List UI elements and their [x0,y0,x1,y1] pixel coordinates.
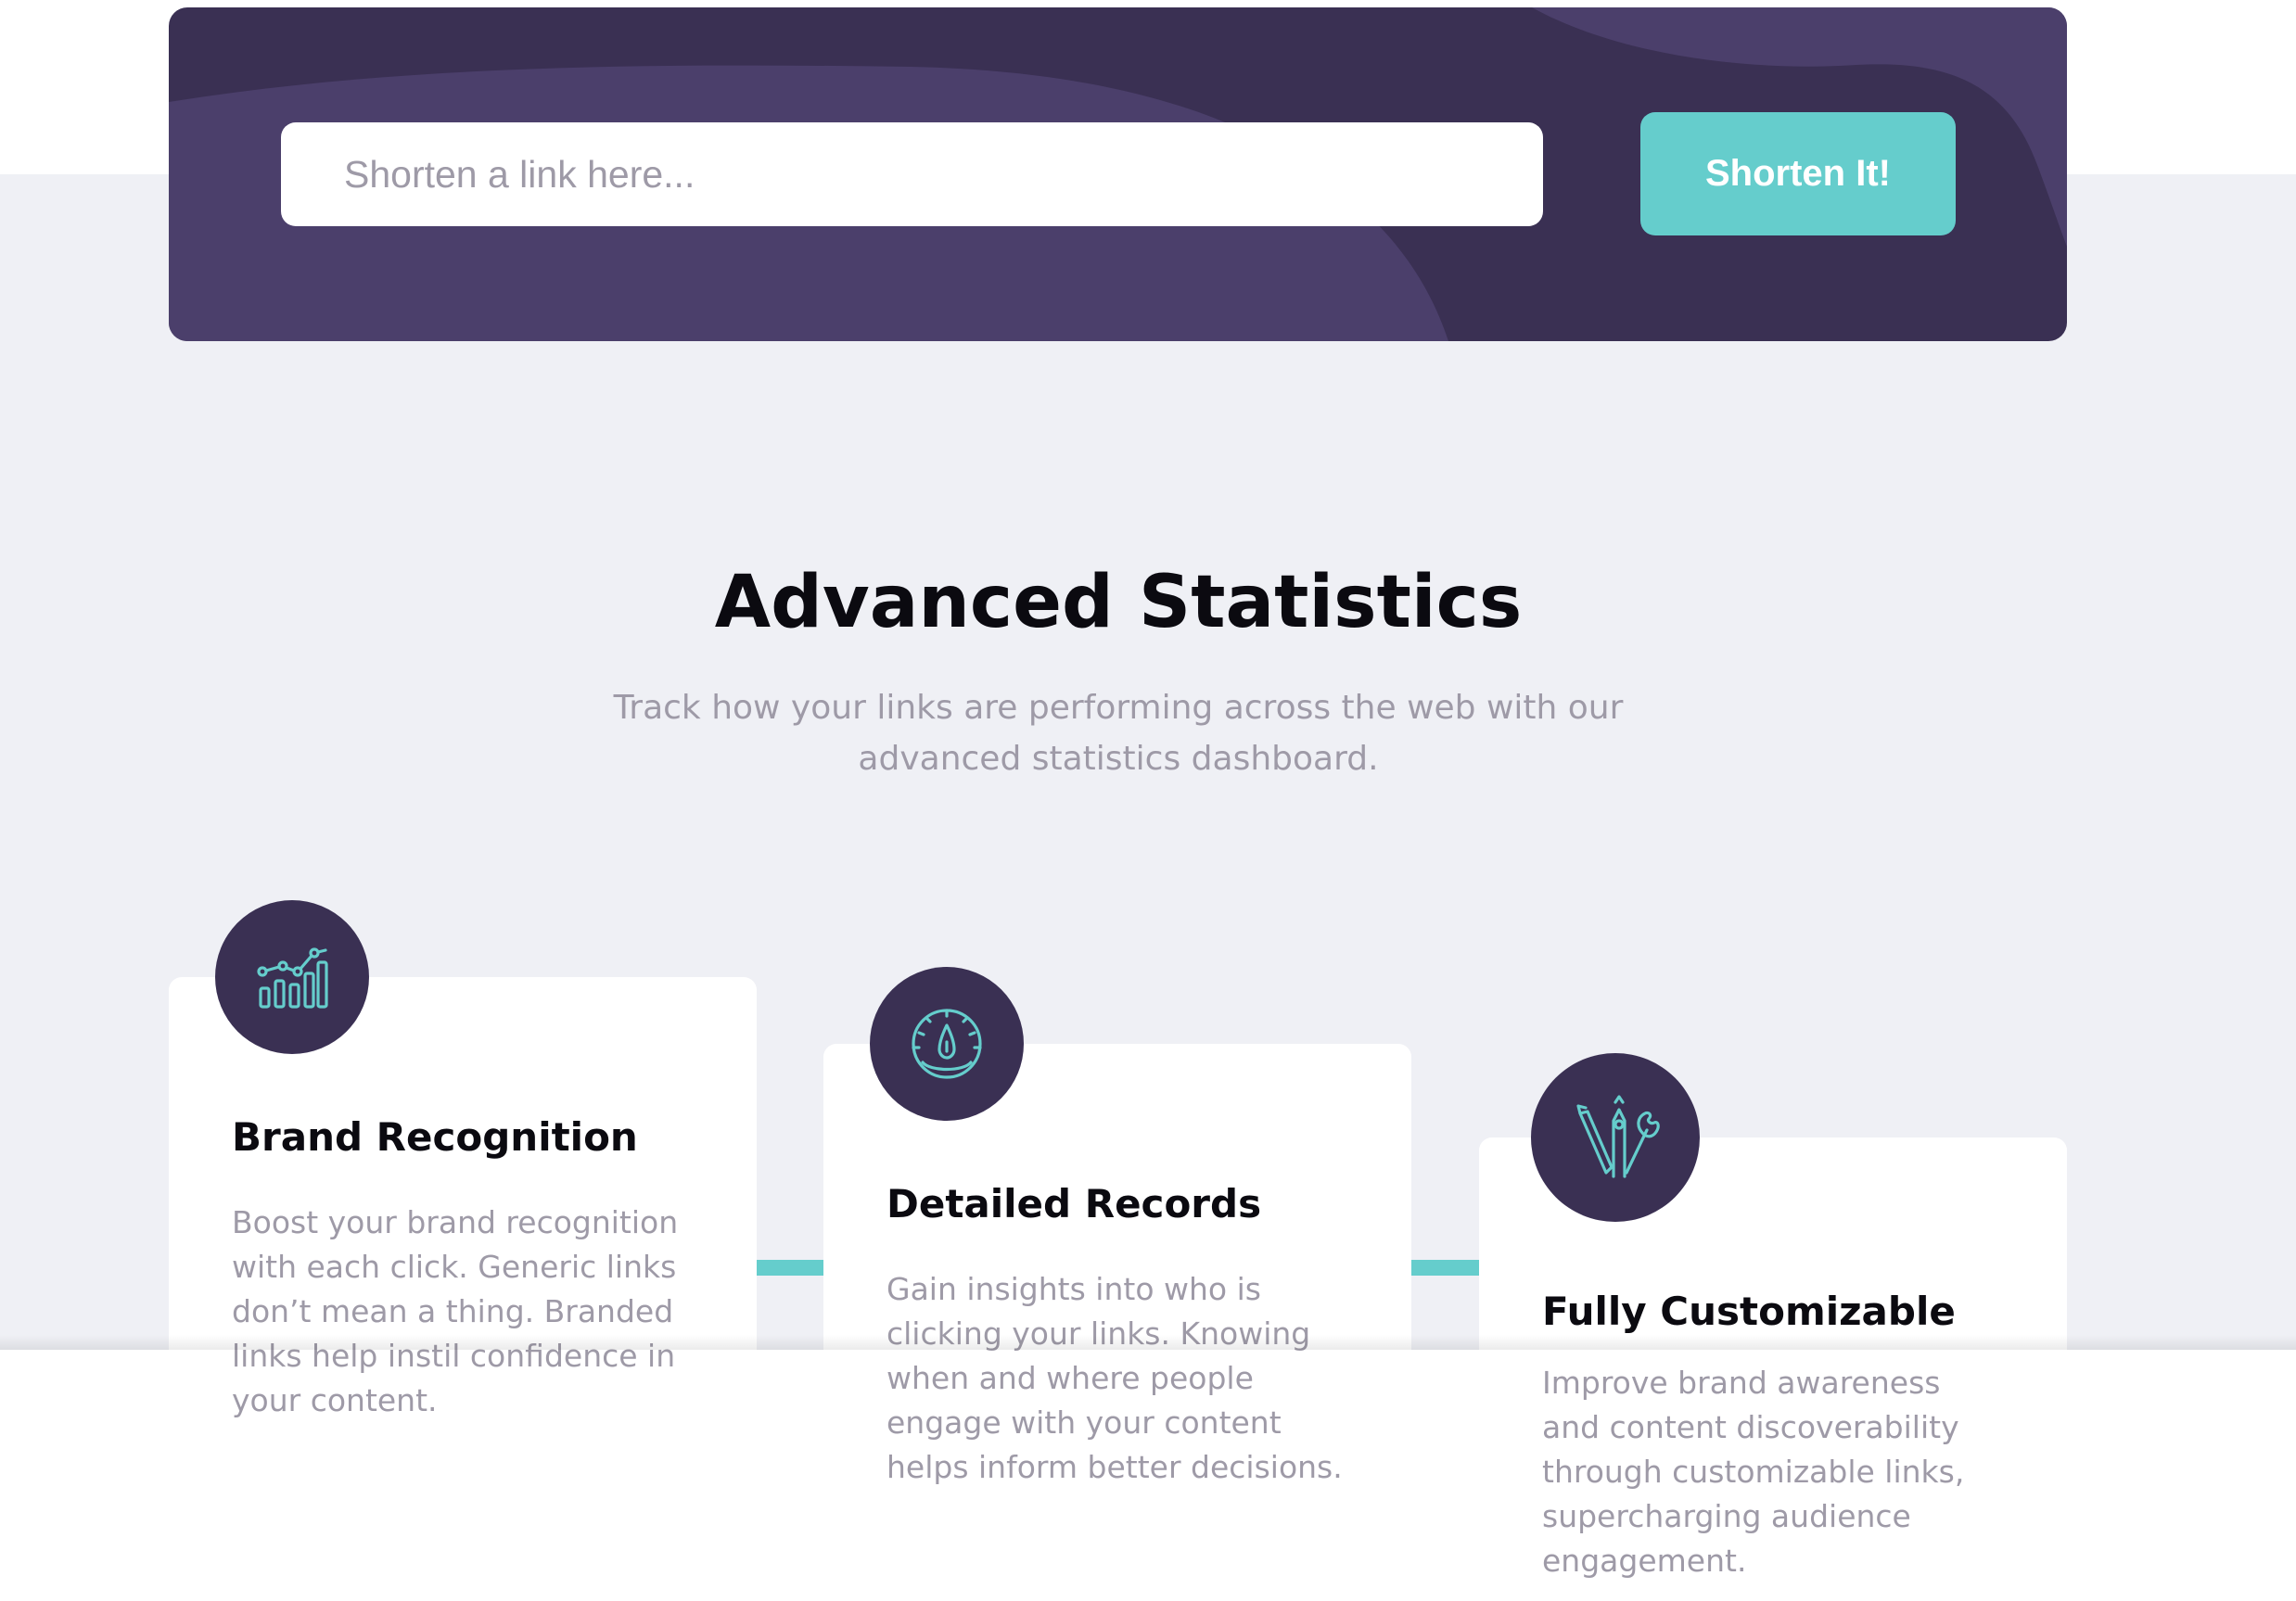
card-description: Gain insights into who is clicking your … [887,1271,1343,1485]
card-title: Detailed Records [887,1181,1262,1226]
card-title: Fully Customizable [1542,1289,1956,1334]
section-subtitle: Track how your links are performing acro… [613,689,1624,778]
feature-card-fully-customizable: Fully Customizable Improve brand awarene… [1479,1053,2067,1601]
brand-recognition-icon [215,900,369,1054]
card-description: Improve brand awareness and content disc… [1542,1365,1965,1579]
section-title: Advanced Statistics [714,561,1523,644]
feature-card-detailed-records: Detailed Records Gain insights into who … [823,967,1411,1507]
shorten-form: Shorten It! [169,7,2067,341]
shorten-it-button[interactable]: Shorten It! [1640,112,1956,235]
fully-customizable-icon [1531,1053,1700,1222]
card-connector-line [757,1260,823,1276]
detailed-records-icon [870,967,1024,1121]
card-title: Brand Recognition [232,1114,638,1160]
card-connector-line [1411,1260,1479,1276]
feature-card-brand-recognition: Brand Recognition Boost your brand recog… [169,900,757,1441]
card-description: Boost your brand recognition with each c… [232,1204,679,1418]
shorten-link-input[interactable] [281,122,1543,226]
